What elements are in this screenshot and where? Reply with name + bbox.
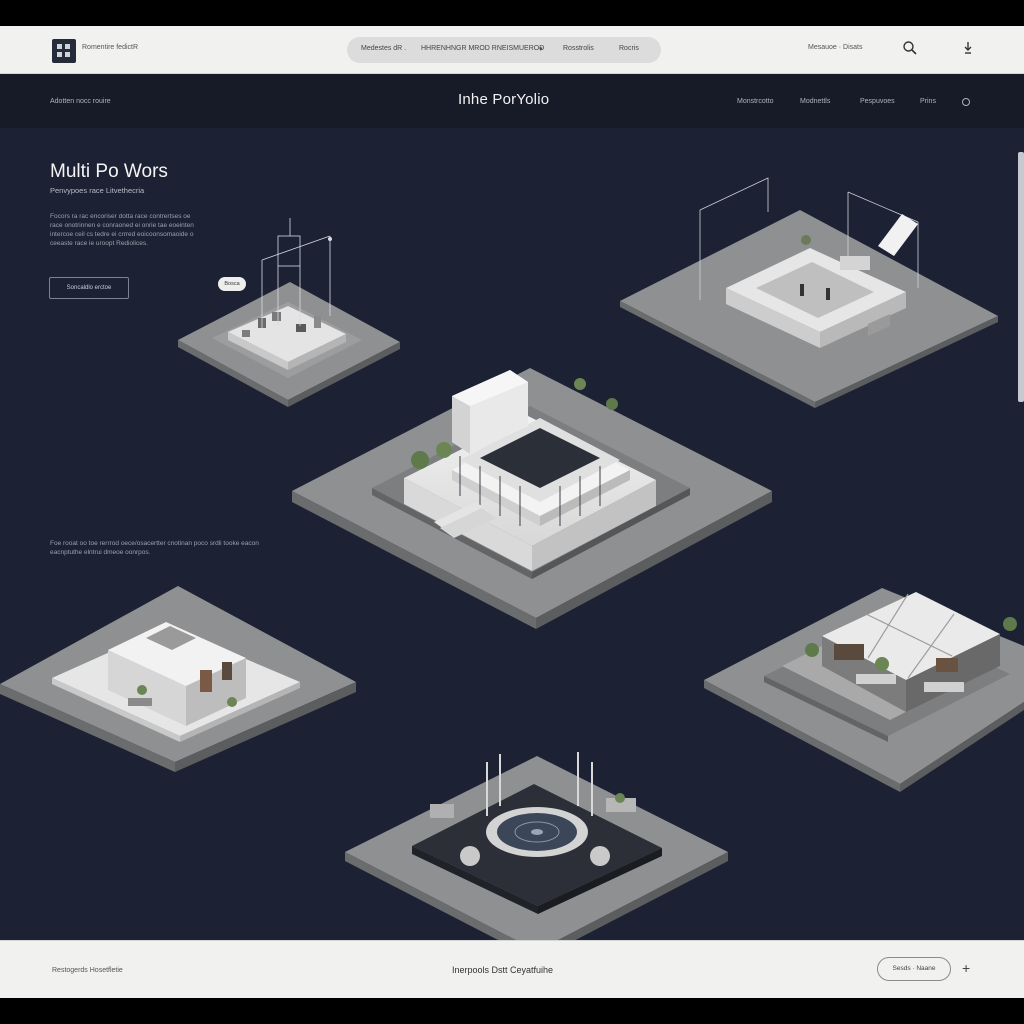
hero-title: Multi Po Wors <box>50 161 168 182</box>
header-nav-1[interactable]: Monstrcotto <box>737 98 774 105</box>
top-bar: Romentire fedictR Medestes dR . HHRENHNG… <box>0 26 1024 74</box>
footer-left-text[interactable]: Restogerds Hosetfletie <box>52 967 123 974</box>
plus-icon[interactable]: + <box>962 960 970 976</box>
model-marker-label[interactable]: Bosca <box>218 277 246 291</box>
resources-link[interactable]: Mesauoe · Disats <box>808 44 862 51</box>
nav-item-1[interactable]: Medestes dR . <box>361 45 406 52</box>
side-description: Foe rooat oo toe rerrrod oece/osacertter… <box>50 540 259 556</box>
nav-item-2[interactable]: HHRENHNGR MROD RNEISMUEROD <box>421 45 544 52</box>
main-nav: Medestes dR . HHRENHNGR MROD RNEISMUEROD… <box>347 37 661 63</box>
header-left-link[interactable]: Adotten nocc rouire <box>50 98 111 105</box>
app-frame: Romentire fedictR Medestes dR . HHRENHNG… <box>0 26 1024 998</box>
footer-title: Inerpools Dstt Ceyatfuihe <box>452 965 554 975</box>
header-nav-4[interactable]: Prins <box>920 98 936 105</box>
page-title: Inhe PorYolio <box>458 91 550 108</box>
nav-item-3[interactable]: Rosstrolis <box>563 45 594 52</box>
footer-button[interactable]: Sesds · Naane <box>877 957 951 981</box>
hero-cta-button[interactable]: Soncaldlo erctoe <box>49 277 129 299</box>
header-nav-3[interactable]: Pespuvoes <box>860 98 895 105</box>
hero-description: Focors ra rac encoriser dotta race contr… <box>50 213 194 247</box>
chevron-down-icon[interactable]: ▾ <box>539 45 543 53</box>
download-icon[interactable] <box>962 40 974 56</box>
brand-name: Romentire fedictR <box>82 44 139 51</box>
nav-item-4[interactable]: Rocris <box>619 45 639 52</box>
hero-subtitle: Penvypoes race Litvethecria <box>50 186 145 195</box>
scrollbar-thumb[interactable] <box>1018 152 1024 402</box>
menu-circle-icon[interactable] <box>962 98 970 106</box>
search-icon[interactable] <box>902 40 918 56</box>
portfolio-header: Adotten nocc rouire Inhe PorYolio Monstr… <box>0 74 1024 128</box>
header-nav-2[interactable]: Modnettls <box>800 98 830 105</box>
footer-bar: Restogerds Hosetfletie Inerpools Dstt Ce… <box>0 940 1024 998</box>
logo-icon[interactable] <box>52 39 76 63</box>
